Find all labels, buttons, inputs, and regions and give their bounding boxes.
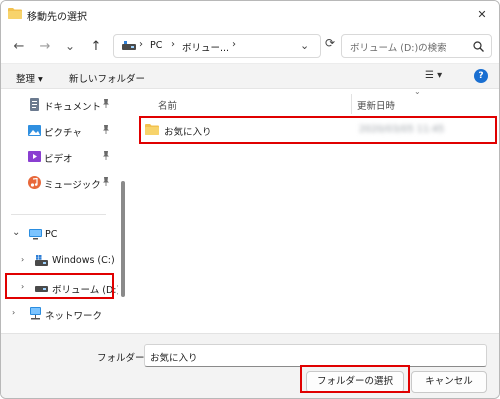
sidebar-item-label: ドキュメント <box>44 102 102 113</box>
refresh-icon[interactable]: ⟳ <box>325 36 335 50</box>
network-icon <box>30 307 41 320</box>
up-arrow-icon: ↑ <box>90 38 102 54</box>
column-separator <box>351 94 352 114</box>
help-icon[interactable]: ? <box>474 69 488 83</box>
breadcrumb-volume[interactable]: ボリュー... <box>182 40 229 54</box>
sidebar-item-label: ビデオ <box>44 154 73 165</box>
folder-name-field[interactable]: お気に入り <box>144 344 487 367</box>
close-icon: ✕ <box>477 7 487 21</box>
sidebar-item-documents[interactable]: ドキュメント <box>1 94 118 116</box>
sidebar-item-music[interactable]: ミュージック <box>1 172 118 194</box>
organize-button[interactable]: 整理 ▾ <box>16 71 43 85</box>
forward-button[interactable]: → <box>36 37 54 55</box>
pc-icon <box>29 229 42 240</box>
sidebar-item-pc[interactable]: ⌄ PC <box>1 224 118 246</box>
sidebar-item-network[interactable]: › ネットワーク <box>1 303 118 325</box>
address-bar[interactable]: › PC › ボリュー... › ⌄ <box>113 34 321 58</box>
expand-chevron-icon[interactable]: › <box>12 308 15 317</box>
music-icon <box>28 176 41 189</box>
sidebar-item-label: Windows (C:) <box>52 255 115 266</box>
pin-icon <box>102 125 110 136</box>
sidebar-item-label: ミュージック <box>44 180 101 191</box>
documents-icon <box>30 98 39 111</box>
up-button[interactable]: ↑ <box>87 37 105 55</box>
sidebar-item-pictures[interactable]: ピクチャ <box>1 120 118 142</box>
dialog-footer: フォルダー: お気に入り フォルダーの選択 キャンセル <box>1 333 499 398</box>
drive-icon <box>122 41 136 50</box>
title-bar: 移動先の選択 ✕ <box>1 1 499 27</box>
breadcrumb-chevron: › <box>171 39 175 50</box>
search-placeholder: ボリューム (D:)の検索 <box>350 43 447 54</box>
close-button[interactable]: ✕ <box>471 4 493 24</box>
sidebar-item-label: ネットワーク <box>45 311 103 322</box>
breadcrumb-pc[interactable]: PC <box>150 40 162 51</box>
selected-drive-highlight <box>5 273 114 299</box>
sidebar-item-videos[interactable]: ビデオ <box>1 146 118 168</box>
address-history-icon[interactable]: ⌄ <box>300 39 309 52</box>
sidebar-item-label: PC <box>45 229 58 240</box>
collapse-chevron-icon[interactable]: ⌄ <box>12 227 20 238</box>
cancel-button[interactable]: キャンセル <box>411 371 487 393</box>
command-bar: 整理 ▾ 新しいフォルダー ☰ ▾ ? <box>1 63 499 89</box>
select-destination-dialog: 移動先の選択 ✕ ← → ⌄ ↑ › PC › ボリュー... › ⌄ ⟳ ボリ… <box>0 0 500 399</box>
column-header-name[interactable]: 名前 <box>158 98 177 112</box>
view-options-icon[interactable]: ☰ ▾ <box>425 70 442 81</box>
forward-arrow-icon: → <box>39 38 51 54</box>
breadcrumb-chevron: › <box>139 39 143 50</box>
pictures-icon <box>28 125 41 136</box>
pin-icon <box>102 151 110 162</box>
select-button-highlight <box>300 365 410 393</box>
sort-chevron-icon: ⌄ <box>414 87 421 96</box>
back-button[interactable]: ← <box>10 37 28 55</box>
folder-icon <box>8 8 22 19</box>
chevron-down-icon: ⌄ <box>64 39 76 53</box>
selected-folder-highlight <box>139 116 497 144</box>
back-arrow-icon: ← <box>13 38 25 54</box>
breadcrumb-chevron: › <box>232 39 236 50</box>
navigation-bar: ← → ⌄ ↑ › PC › ボリュー... › ⌄ ⟳ ボリューム (D:)の… <box>1 29 499 63</box>
folder-field-label: フォルダー: <box>97 353 148 364</box>
window-title: 移動先の選択 <box>27 12 87 23</box>
sidebar-divider <box>11 214 106 215</box>
pin-icon <box>102 177 110 188</box>
column-header-modified[interactable]: 更新日時 <box>357 98 395 112</box>
expand-chevron-icon[interactable]: › <box>21 255 24 264</box>
sidebar-item-label: ピクチャ <box>44 128 82 139</box>
videos-icon <box>28 151 41 162</box>
pin-icon <box>102 99 110 110</box>
search-icon <box>473 41 484 52</box>
scrollbar-thumb[interactable] <box>121 181 125 297</box>
sidebar-item-windows-c[interactable]: › Windows (C:) <box>1 250 118 272</box>
search-input[interactable]: ボリューム (D:)の検索 <box>341 34 492 58</box>
drive-icon <box>35 255 48 266</box>
new-folder-button[interactable]: 新しいフォルダー <box>69 71 145 85</box>
recent-locations-button[interactable]: ⌄ <box>61 37 79 55</box>
